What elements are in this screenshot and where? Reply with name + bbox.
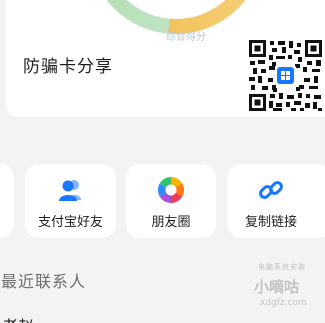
share-option-label: 支付宝好友 <box>37 215 103 230</box>
contacts-icon <box>58 180 81 201</box>
watermark: 电脑系统安装 小嘀咕 xdgfz.com <box>252 262 322 314</box>
share-option-copy-link[interactable]: 复制链接 <box>227 164 325 238</box>
watermark-url: xdgfz.com <box>260 298 307 308</box>
gauge-caption: 综合得分 <box>166 32 206 43</box>
share-option-partial[interactable] <box>0 164 14 238</box>
watermark-brand: 小嘀咕 <box>254 278 300 296</box>
moments-shutter-icon <box>157 176 185 204</box>
recent-contacts-title: 最近联系人 <box>1 272 87 291</box>
share-card: 综合得分 防骗卡分享 <box>6 0 325 117</box>
contact-name[interactable]: 老赵 <box>2 313 34 323</box>
watermark-tagline: 电脑系统安装 <box>258 263 306 271</box>
share-option-moments[interactable]: 朋友圈 <box>126 164 216 238</box>
qr-code[interactable] <box>247 38 324 113</box>
share-sheet: 综合得分 防骗卡分享 支付宝好友 朋友圈 复制链接 最近联系人 电脑系统安装 小… <box>0 0 325 323</box>
share-option-label: 复制链接 <box>244 215 297 230</box>
share-option-alipay-friends[interactable]: 支付宝好友 <box>25 164 116 238</box>
link-icon <box>259 181 283 199</box>
share-card-title: 防骗卡分享 <box>23 57 113 77</box>
share-option-label: 朋友圈 <box>151 215 191 230</box>
